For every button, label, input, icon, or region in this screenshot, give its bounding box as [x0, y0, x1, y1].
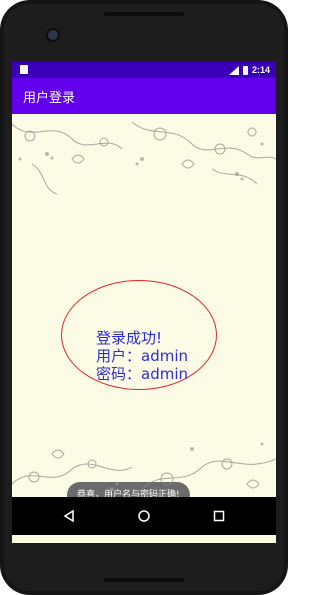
- signal-icon: [228, 65, 239, 75]
- status-bar: 2:14: [12, 62, 276, 78]
- bottom-speaker: [104, 578, 184, 582]
- screen: 2:14 用户登录 登录成功! 用户：admin 密码：admin 恭喜，用户名…: [12, 62, 276, 543]
- home-circle-icon: [138, 510, 150, 522]
- home-button[interactable]: [134, 506, 154, 526]
- top-speaker: [104, 12, 184, 16]
- status-time: 2:14: [251, 65, 270, 75]
- floral-pattern-bottom: [12, 442, 276, 491]
- phone-frame: 2:14 用户登录 登录成功! 用户：admin 密码：admin 恭喜，用户名…: [0, 0, 288, 595]
- username-text: 用户：admin: [96, 347, 188, 365]
- content-area: 登录成功! 用户：admin 密码：admin 恭喜，用户名与密码正确!: [12, 114, 276, 508]
- app-bar: 用户登录: [12, 78, 276, 114]
- login-result-message: 登录成功! 用户：admin 密码：admin: [96, 329, 188, 383]
- back-triangle-icon: [63, 510, 74, 522]
- back-button[interactable]: [59, 506, 79, 526]
- status-right-group: 2:14: [228, 63, 270, 77]
- floral-pattern-top: [12, 121, 276, 195]
- login-success-text: 登录成功!: [96, 329, 163, 347]
- front-camera-icon: [46, 28, 60, 42]
- sd-card-icon: [20, 65, 28, 74]
- page-title: 用户登录: [23, 91, 76, 106]
- navigation-bar: [12, 497, 276, 535]
- recent-apps-button[interactable]: [209, 506, 229, 526]
- battery-icon: [242, 65, 248, 75]
- recent-square-icon: [213, 510, 225, 522]
- password-text: 密码：admin: [96, 365, 188, 383]
